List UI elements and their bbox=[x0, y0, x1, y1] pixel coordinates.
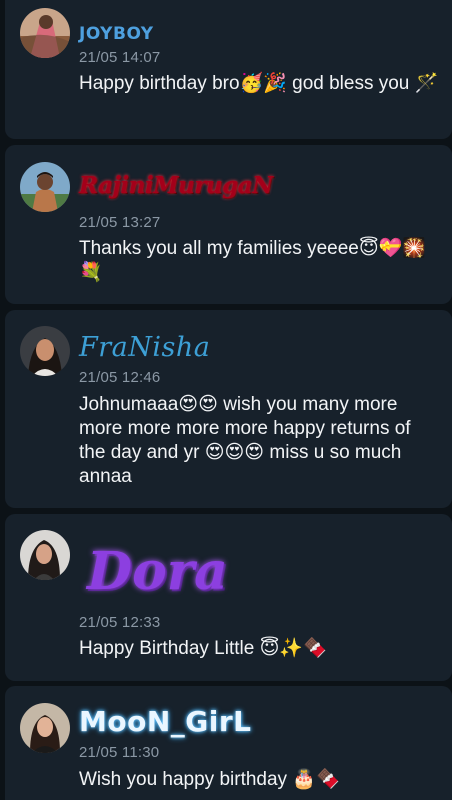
commenter-name[interactable]: JOYBOY bbox=[79, 24, 154, 44]
comment-timestamp: 21/05 12:33 bbox=[79, 614, 161, 631]
commenter-name[interactable]: RajiniMurugaN bbox=[79, 172, 273, 199]
avatar[interactable] bbox=[20, 162, 70, 212]
comment-card[interactable]: FraNisha 21/05 12:46 Johnumaaa😍😍 wish yo… bbox=[5, 310, 452, 508]
comment-card[interactable]: MooN_GirL 21/05 11:30 Wish you happy bir… bbox=[5, 686, 452, 800]
comment-timestamp: 21/05 13:27 bbox=[79, 214, 161, 231]
comment-text: Happy birthday bro🥳🎉 god bless you 🪄 bbox=[79, 73, 439, 94]
comment-card[interactable]: Dora 21/05 12:33 Happy Birthday Little 😇… bbox=[5, 514, 452, 681]
comment-timestamp: 21/05 11:30 bbox=[79, 744, 160, 761]
commenter-name[interactable]: MooN_GirL bbox=[79, 705, 252, 738]
comment-timestamp: 21/05 14:07 bbox=[79, 49, 161, 66]
commenter-name[interactable]: Dora bbox=[87, 541, 228, 602]
comment-card[interactable]: RajiniMurugaN 21/05 13:27 Thanks you all… bbox=[5, 145, 452, 304]
avatar[interactable] bbox=[20, 326, 70, 376]
avatar[interactable] bbox=[20, 530, 70, 580]
comment-timestamp: 21/05 12:46 bbox=[79, 369, 161, 386]
avatar[interactable] bbox=[20, 703, 70, 753]
comment-text: Wish you happy birthday 🎂🍫 bbox=[79, 769, 340, 790]
avatar[interactable] bbox=[20, 8, 70, 58]
comment-text: Thanks you all my families yeeee😇💝🎇💐 bbox=[79, 238, 426, 283]
comment-feed: JOYBOY 21/05 14:07 Happy birthday bro🥳🎉 … bbox=[0, 0, 452, 800]
comment-text: Happy Birthday Little 😇✨🍫 bbox=[79, 638, 327, 659]
comment-card[interactable]: JOYBOY 21/05 14:07 Happy birthday bro🥳🎉 … bbox=[5, 0, 452, 139]
comment-text: Johnumaaa😍😍 wish you many more more more… bbox=[79, 394, 411, 487]
commenter-name[interactable]: FraNisha bbox=[79, 332, 210, 363]
